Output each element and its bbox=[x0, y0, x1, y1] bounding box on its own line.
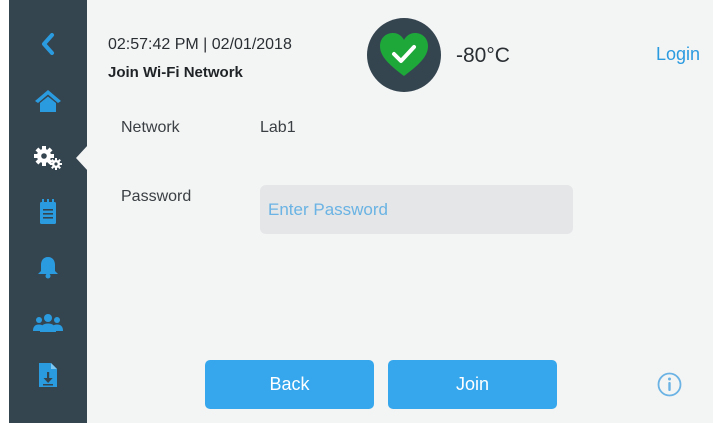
home-icon bbox=[35, 90, 61, 112]
datetime-readout: 02:57:42 PM | 02/01/2018 bbox=[108, 36, 292, 53]
sidebar-item-notes[interactable] bbox=[9, 186, 87, 238]
join-button[interactable]: Join bbox=[388, 360, 557, 409]
back-action-button[interactable]: Back bbox=[205, 360, 374, 409]
status-indicator bbox=[367, 18, 441, 92]
heart-check-icon bbox=[380, 33, 428, 76]
temperature-readout: -80°C bbox=[456, 44, 510, 67]
bell-icon bbox=[38, 257, 58, 279]
network-value: Lab1 bbox=[260, 119, 296, 136]
password-label: Password bbox=[121, 188, 192, 205]
back-chevron-icon bbox=[42, 33, 54, 55]
back-button[interactable] bbox=[9, 18, 87, 70]
notepad-icon bbox=[40, 199, 56, 224]
sidebar-item-alarms[interactable] bbox=[9, 241, 87, 293]
page-title: Join Wi-Fi Network bbox=[108, 64, 243, 81]
password-input[interactable] bbox=[260, 185, 573, 234]
sidebar-item-users[interactable] bbox=[9, 297, 87, 349]
sidebar-nav bbox=[9, 0, 87, 423]
file-download-icon bbox=[39, 363, 57, 387]
network-label: Network bbox=[121, 119, 180, 136]
info-button[interactable] bbox=[657, 372, 682, 397]
users-group-icon bbox=[33, 314, 63, 332]
sidebar-item-export[interactable] bbox=[9, 349, 87, 401]
sidebar-item-home[interactable] bbox=[9, 75, 87, 127]
info-icon bbox=[657, 372, 682, 397]
login-link[interactable]: Login bbox=[656, 44, 700, 65]
settings-gears-icon bbox=[34, 146, 62, 170]
active-item-indicator bbox=[76, 145, 88, 171]
